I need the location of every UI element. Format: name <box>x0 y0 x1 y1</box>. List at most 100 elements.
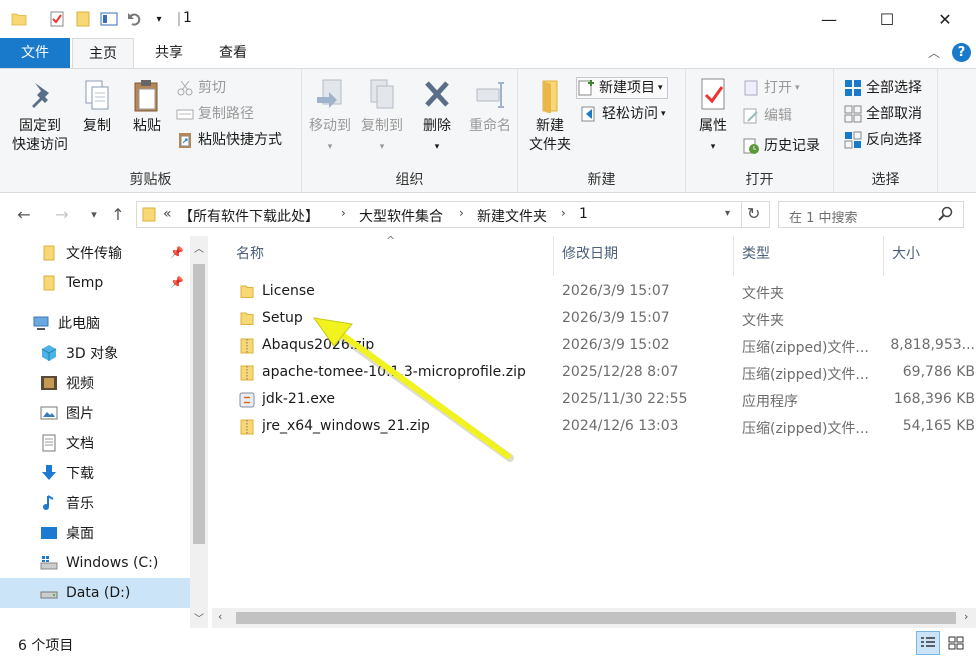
easy-access-button[interactable]: 轻松访问 ▾ <box>580 103 666 125</box>
pin-to-quick-access-button[interactable]: 固定到 快速访问 <box>6 77 74 155</box>
tab-view[interactable]: 查看 <box>202 38 264 68</box>
nav-item-downloads[interactable]: 下载 <box>0 458 190 488</box>
breadcrumb-new-folder[interactable]: 新建文件夹 <box>477 206 547 226</box>
nav-scroll-thumb[interactable] <box>193 264 205 544</box>
refresh-icon[interactable]: ↻ <box>747 204 760 223</box>
file-type: 压缩(zipped)文件... <box>742 367 869 383</box>
delete-button[interactable]: 删除 ▾ <box>414 77 460 157</box>
copy-button[interactable]: 复制 <box>74 77 120 136</box>
nav-item-3d-objects[interactable]: 3D 对象 <box>0 338 190 368</box>
forward-button[interactable]: → <box>52 205 72 224</box>
new-item-button[interactable]: 新建项目 ▾ <box>576 77 668 99</box>
help-icon[interactable]: ? <box>952 43 971 62</box>
paste-button[interactable]: 粘贴 <box>124 77 170 136</box>
edit-button[interactable]: 编辑 <box>742 105 792 127</box>
search-box[interactable]: 在 1 中搜索 <box>778 201 964 228</box>
back-button[interactable]: ← <box>14 205 34 224</box>
maximize-button[interactable]: ☐ <box>858 0 916 38</box>
search-input[interactable]: 在 1 中搜索 <box>789 207 858 226</box>
nav-item-drive-c[interactable]: Windows (C:) <box>0 548 190 578</box>
file-name: jre_x64_windows_21.zip <box>262 418 430 434</box>
nav-item-drive-d[interactable]: Data (D:) <box>0 578 190 608</box>
breadcrumb-separator-icon[interactable]: › <box>341 206 346 220</box>
open-group-label: 打开 <box>745 172 774 188</box>
collapse-ribbon-icon[interactable]: ︿ <box>928 44 940 61</box>
pin-label-1: 固定到 <box>19 118 61 134</box>
select-group-label: 选择 <box>871 172 900 188</box>
file-name: jdk-21.exe <box>262 391 336 407</box>
preview-pane-quick-icon[interactable] <box>100 10 118 28</box>
file-row[interactable]: Abaqus2026.zip 2026/3/9 15:02 压缩(zipped)… <box>232 333 976 360</box>
open-button[interactable]: 打开 ▾ <box>742 77 800 99</box>
windows-drive-icon <box>40 554 58 572</box>
address-bar[interactable]: « 【所有软件下载此处】 › 大型软件集合 › 新建文件夹 › 1 ▾ ↻ <box>136 201 770 228</box>
close-button[interactable]: ✕ <box>916 0 974 38</box>
file-row[interactable]: apache-tomee-10.1.3-microprofile.zip 202… <box>232 360 976 387</box>
nav-item-videos[interactable]: 视频 <box>0 368 190 398</box>
tab-share[interactable]: 共享 <box>138 38 200 68</box>
tab-home[interactable]: 主页 <box>72 38 134 69</box>
column-header-type[interactable]: 类型 <box>734 236 884 276</box>
scroll-up-icon[interactable]: ︿ <box>194 240 204 255</box>
breadcrumb-separator-icon[interactable]: › <box>459 206 464 220</box>
nav-item-this-pc[interactable]: 此电脑 <box>0 308 190 338</box>
move-to-button[interactable]: 移动到 ▾ <box>304 77 356 157</box>
history-button[interactable]: 历史记录 <box>742 135 820 157</box>
breadcrumb-current[interactable]: 1 <box>579 206 588 222</box>
horizontal-scrollbar[interactable]: ‹ › <box>212 608 976 628</box>
copy-path-button[interactable]: 复制路径 <box>176 103 254 125</box>
breadcrumb-all-software[interactable]: 【所有软件下载此处】 <box>179 206 319 226</box>
select-all-button[interactable]: 全部选择 <box>844 77 922 99</box>
horizontal-scroll-thumb[interactable] <box>236 612 956 624</box>
file-row[interactable]: jre_x64_windows_21.zip 2024/12/6 13:03 压… <box>232 414 976 441</box>
folder-icon <box>40 274 58 292</box>
nav-item-documents[interactable]: 文档 <box>0 428 190 458</box>
breadcrumb-overflow[interactable]: « <box>163 206 172 222</box>
column-header-size[interactable]: 大小 <box>884 236 976 276</box>
address-divider <box>741 202 742 227</box>
breadcrumb-large-software[interactable]: 大型软件集合 <box>359 206 443 226</box>
nav-item-temp[interactable]: Temp 📌 <box>0 268 190 298</box>
copy-to-button[interactable]: 复制到 ▾ <box>356 77 408 157</box>
select-none-button[interactable]: 全部取消 <box>844 103 922 125</box>
scroll-down-icon[interactable]: ﹀ <box>194 610 204 625</box>
paste-shortcut-button[interactable]: 粘贴快捷方式 <box>176 129 282 151</box>
file-date: 2026/3/9 15:07 <box>562 310 670 326</box>
file-row[interactable]: License 2026/3/9 15:07 文件夹 <box>232 279 976 306</box>
undo-quick-icon[interactable] <box>126 10 144 28</box>
new-folder-quick-icon[interactable] <box>74 10 92 28</box>
invert-selection-button[interactable]: 反向选择 <box>844 129 922 151</box>
column-header-date[interactable]: 修改日期 <box>554 236 734 276</box>
pin-icon[interactable]: 📌 <box>170 246 184 259</box>
scroll-right-icon[interactable]: › <box>964 610 968 623</box>
recent-locations-chevron-icon[interactable]: ▾ <box>84 208 104 221</box>
column-header-name[interactable]: 名称 <box>228 236 554 276</box>
cut-button[interactable]: 剪切 <box>176 77 226 99</box>
up-button[interactable]: ↑ <box>108 205 128 224</box>
tab-file[interactable]: 文件 <box>0 38 70 68</box>
minimize-button[interactable]: — <box>800 0 858 38</box>
nav-item-desktop[interactable]: 桌面 <box>0 518 190 548</box>
breadcrumb-separator-icon[interactable]: › <box>561 206 566 220</box>
file-row[interactable]: Setup 2026/3/9 15:07 文件夹 <box>232 306 976 333</box>
nav-item-file-transfer[interactable]: 文件传输 📌 <box>0 238 190 268</box>
search-icon[interactable] <box>937 206 953 226</box>
new-item-label: 新建项目 <box>599 80 655 96</box>
pin-icon[interactable]: 📌 <box>170 276 184 289</box>
address-history-chevron-icon[interactable]: ▾ <box>725 208 730 219</box>
large-icons-view-icon[interactable] <box>944 631 968 655</box>
properties-quick-icon[interactable] <box>48 10 66 28</box>
nav-item-music[interactable]: 音乐 <box>0 488 190 518</box>
new-folder-button[interactable]: 新建 文件夹 <box>522 77 578 155</box>
customize-quick-access-icon[interactable]: ▾ <box>150 10 168 28</box>
file-list-pane: ^ 名称 修改日期 类型 大小 License 2026/3/9 15:07 文… <box>210 234 976 628</box>
properties-button[interactable]: 属性 ▾ <box>690 77 736 157</box>
nav-scrollbar[interactable]: ︿ ﹀ <box>190 236 208 628</box>
file-date: 2026/3/9 15:07 <box>562 283 670 299</box>
rename-button[interactable]: 重命名 <box>464 77 516 136</box>
nav-item-pictures[interactable]: 图片 <box>0 398 190 428</box>
details-view-icon[interactable] <box>916 631 940 655</box>
scroll-left-icon[interactable]: ‹ <box>218 610 222 623</box>
easy-access-dropdown-icon: ▾ <box>661 109 666 119</box>
file-row[interactable]: jdk-21.exe 2025/11/30 22:55 应用程序 168,396… <box>232 387 976 414</box>
